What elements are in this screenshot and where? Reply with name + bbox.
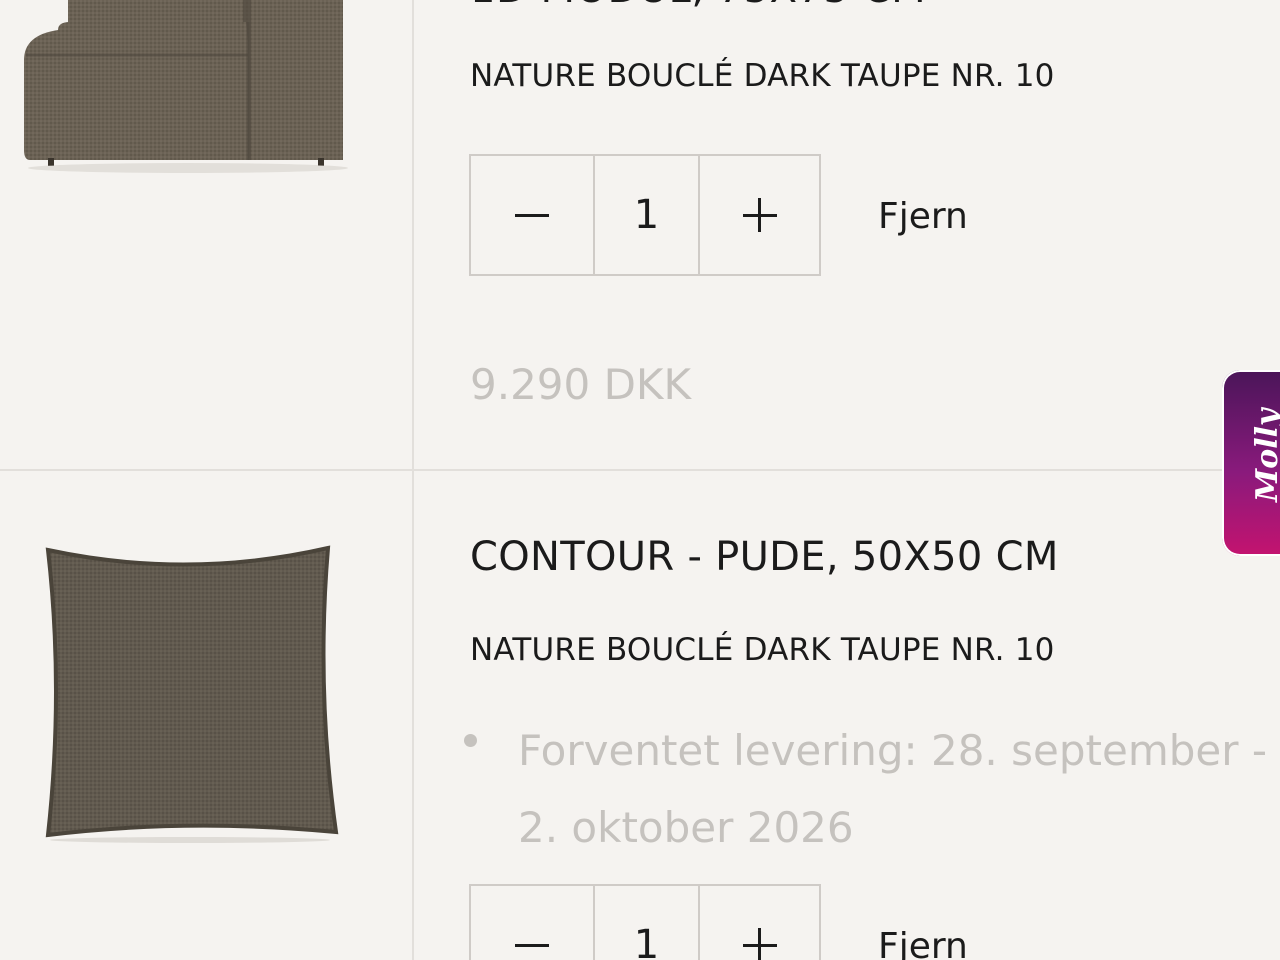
quantity-stepper: 1: [469, 884, 821, 960]
decrease-quantity-button[interactable]: [471, 156, 595, 274]
quantity-value[interactable]: 1: [595, 156, 700, 274]
product-variant: NATURE BOUCLÉ DARK TAUPE NR. 10: [470, 58, 1055, 94]
product-price: 9.290 DKK: [470, 360, 692, 409]
bullet-icon: [464, 734, 477, 747]
remove-item-button[interactable]: Fjern: [878, 196, 968, 237]
remove-item-button[interactable]: Fjern: [878, 926, 968, 960]
minus-icon: [515, 213, 549, 217]
delivery-text: Forventet levering: 28. september - 2. o…: [518, 726, 1268, 852]
plus-icon: [742, 928, 777, 960]
increase-quantity-button[interactable]: [700, 886, 819, 960]
chat-widget-button[interactable]: Molly: [1222, 370, 1280, 556]
product-variant: NATURE BOUCLÉ DARK TAUPE NR. 10: [470, 632, 1055, 668]
product-title[interactable]: 1D MODUL, 75X75 CM: [470, 0, 926, 12]
increase-quantity-button[interactable]: [700, 156, 819, 274]
chat-widget-label: Molly: [1250, 408, 1280, 502]
quantity-value[interactable]: 1: [595, 886, 700, 960]
row-divider: [0, 469, 1280, 471]
product-image-module[interactable]: [18, 0, 358, 180]
decrease-quantity-button[interactable]: [471, 886, 595, 960]
quantity-stepper: 1: [469, 154, 821, 276]
column-divider: [412, 0, 414, 960]
minus-icon: [515, 943, 549, 947]
plus-icon: [742, 198, 777, 232]
cart-page: 1D MODUL, 75X75 CM NATURE BOUCLÉ DARK TA…: [0, 0, 1280, 960]
product-image-pillow[interactable]: [38, 540, 343, 845]
product-title[interactable]: CONTOUR - PUDE, 50X50 CM: [470, 534, 1059, 580]
